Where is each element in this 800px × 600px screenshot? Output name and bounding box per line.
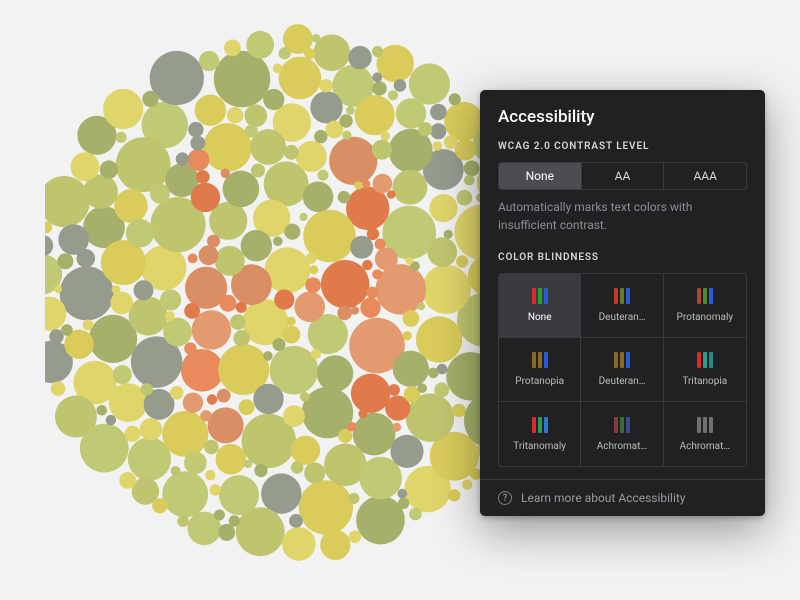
colorblind-option-protanopia-3[interactable]: Protanopia xyxy=(499,338,581,402)
contrast-level-segmented-control: NoneAAAAA xyxy=(498,162,747,190)
color-bars-icon xyxy=(697,288,713,304)
colorblind-option-label: Deuteran… xyxy=(599,376,646,387)
colorblind-option-tritanopia-5[interactable]: Tritanopia xyxy=(664,338,746,402)
contrast-section-label: WCAG 2.0 CONTRAST LEVEL xyxy=(498,141,747,152)
colorblind-option-label: None xyxy=(528,312,552,323)
learn-more-link[interactable]: ? Learn more about Accessibility xyxy=(480,479,765,516)
color-bars-icon xyxy=(532,417,548,433)
colorblind-option-label: Achromat… xyxy=(680,441,730,452)
color-bars-icon xyxy=(614,417,630,433)
colorblind-option-label: Achromat… xyxy=(597,441,647,452)
colorblind-option-label: Tritanomaly xyxy=(513,441,566,452)
color-bars-icon xyxy=(614,352,630,368)
color-blindness-grid: None Deuteran… Protanomaly Protanopia Deuter… xyxy=(498,273,747,467)
colorblind-option-deuteran-4[interactable]: Deuteran… xyxy=(581,338,663,402)
contrast-option-aaa[interactable]: AAA xyxy=(663,163,746,189)
colorblind-option-achromat-8[interactable]: Achromat… xyxy=(664,402,746,466)
accessibility-panel: Accessibility WCAG 2.0 CONTRAST LEVEL No… xyxy=(480,90,765,516)
colorblind-option-label: Tritanopia xyxy=(682,376,727,387)
help-icon: ? xyxy=(498,491,512,505)
color-bars-icon xyxy=(614,288,630,304)
colorblind-option-label: Protanopia xyxy=(515,376,564,387)
colorblind-option-tritanomaly-6[interactable]: Tritanomaly xyxy=(499,402,581,466)
color-bars-icon xyxy=(532,352,548,368)
contrast-description: Automatically marks text colors with ins… xyxy=(498,198,747,234)
colorblind-option-achromat-7[interactable]: Achromat… xyxy=(581,402,663,466)
panel-title: Accessibility xyxy=(498,107,747,127)
colorblind-option-deuteran-1[interactable]: Deuteran… xyxy=(581,274,663,338)
color-bars-icon xyxy=(697,417,713,433)
colorblind-option-none-0[interactable]: None xyxy=(499,274,581,338)
contrast-option-none[interactable]: None xyxy=(499,163,581,189)
colorblind-option-label: Deuteran… xyxy=(599,312,646,323)
color-bars-icon xyxy=(697,352,713,368)
colorblind-option-label: Protanomaly xyxy=(677,312,734,323)
color-bars-icon xyxy=(532,288,548,304)
colorblind-section-label: COLOR BLINDNESS xyxy=(498,252,747,263)
contrast-option-aa[interactable]: AA xyxy=(581,163,664,189)
colorblind-option-protanomaly-2[interactable]: Protanomaly xyxy=(664,274,746,338)
ishihara-plate xyxy=(45,5,545,581)
learn-more-label: Learn more about Accessibility xyxy=(521,491,685,505)
